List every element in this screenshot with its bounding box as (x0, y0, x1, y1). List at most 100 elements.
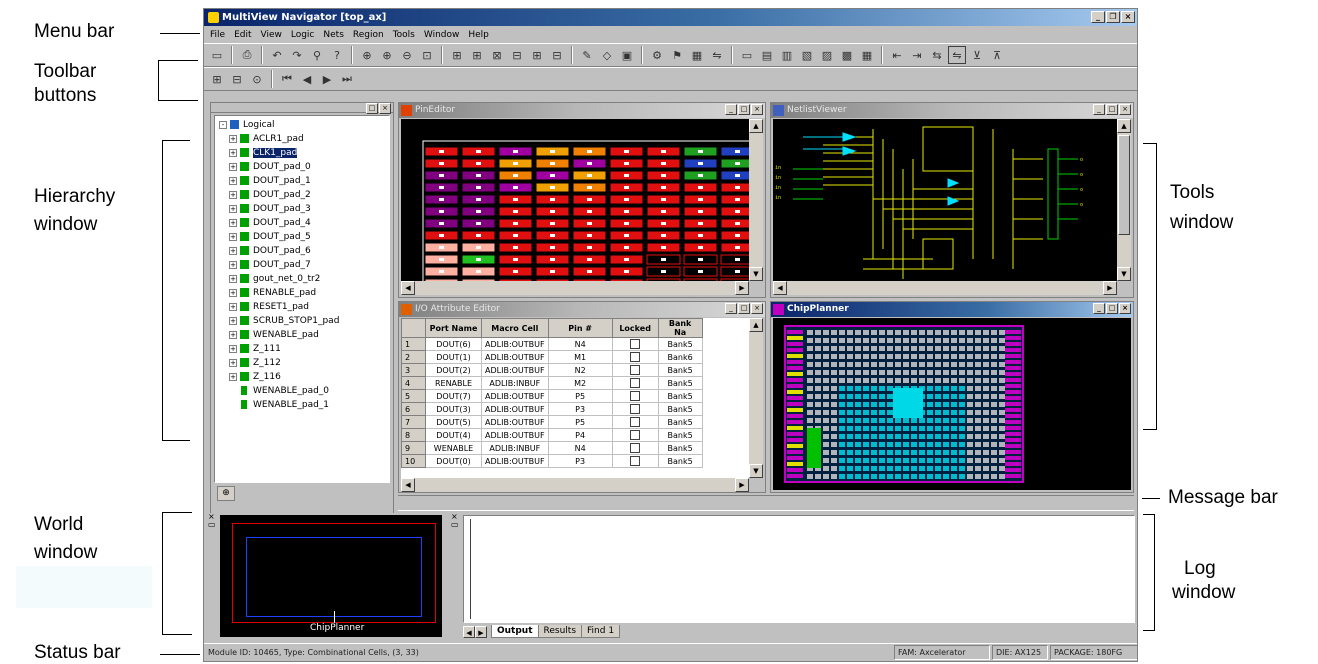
pineditor-close-icon[interactable]: × (751, 104, 763, 115)
netlist-title-bar[interactable]: NetlistViewer _ □ × (771, 103, 1133, 118)
tree-item[interactable]: + WENABLE_pad (229, 328, 319, 342)
locked-cell[interactable] (611, 415, 659, 429)
region-add-icon[interactable]: ▤ (758, 46, 776, 64)
locked-checkbox[interactable] (630, 365, 641, 375)
table-cell[interactable]: Bank5 (657, 415, 703, 429)
locked-checkbox[interactable] (630, 339, 641, 349)
menu-logic[interactable]: Logic (291, 27, 315, 43)
table-cell[interactable]: N4 (547, 441, 613, 455)
attr-minimize-icon[interactable]: _ (725, 303, 737, 314)
expand-icon[interactable]: + (229, 218, 237, 227)
locked-cell[interactable] (611, 389, 659, 403)
world-close-icon[interactable]: × ▭ (208, 513, 218, 533)
chip-close-icon[interactable]: × (1119, 303, 1131, 314)
tree-item[interactable]: + DOUT_pad_2 (229, 188, 311, 202)
expand-icon[interactable]: + (229, 204, 237, 213)
minimize-icon[interactable]: _ (1091, 11, 1105, 23)
table-cell[interactable]: DOUT(5) (425, 415, 482, 429)
select-icon[interactable]: ⊞ (448, 46, 466, 64)
find-icon[interactable]: ⚲ (308, 46, 326, 64)
table-cell[interactable]: 8 (401, 428, 426, 442)
table-cell[interactable]: P3 (547, 402, 613, 416)
netlist-vscroll[interactable]: ▲ ▼ (1117, 119, 1131, 281)
flag-icon[interactable]: ⚑ (668, 46, 686, 64)
locked-cell[interactable] (611, 454, 659, 468)
pineditor-canvas[interactable] (401, 119, 749, 281)
tree-item[interactable]: + gout_net_0_tr2 (229, 272, 320, 286)
netlist-minimize-icon[interactable]: _ (1093, 104, 1105, 115)
tree-item[interactable]: + SCRUB_STOP1_pad (229, 314, 339, 328)
table-cell[interactable]: Bank5 (657, 402, 703, 416)
table-cell[interactable]: DOUT(1) (425, 350, 482, 364)
pineditor-maximize-icon[interactable]: □ (738, 104, 750, 115)
table-row[interactable]: 3 DOUT(2) ADLIB:OUTBUF N2 Bank5 (401, 363, 703, 377)
tree-item[interactable]: WENABLE_pad_0 (241, 384, 329, 398)
netlist-scroll-down-icon[interactable]: ▼ (1117, 267, 1131, 281)
attr-scroll-right-icon[interactable]: ▶ (735, 478, 749, 492)
table-row[interactable]: 2 DOUT(1) ADLIB:OUTBUF M1 Bank6 (401, 350, 703, 364)
table-cell[interactable]: M1 (547, 350, 613, 364)
table-cell[interactable]: 10 (401, 454, 426, 468)
app-title-bar[interactable]: MultiView Navigator [top_ax] _ ❐ × (204, 9, 1137, 26)
table-cell[interactable]: Bank5 (657, 389, 703, 403)
tree-item[interactable]: + RENABLE_pad (229, 286, 316, 300)
hierarchy-close-icon[interactable]: × (379, 103, 391, 114)
align-d-icon[interactable]: ⇋ (948, 46, 966, 64)
pineditor-hscroll[interactable]: ◀ ▶ (401, 281, 749, 295)
attr-scroll-up-icon[interactable]: ▲ (749, 318, 763, 332)
tree-item[interactable]: + CLK1_pad (229, 146, 299, 160)
locked-checkbox[interactable] (630, 378, 641, 388)
table-cell[interactable]: Bank5 (657, 441, 703, 455)
expand-icon[interactable]: + (229, 330, 237, 339)
table-cell[interactable]: P5 (547, 415, 613, 429)
tab-search-icon[interactable]: ⊕ (217, 486, 235, 501)
pineditor-vscroll[interactable]: ▲ ▼ (749, 119, 763, 281)
table-cell[interactable]: ADLIB:OUTBUF (481, 415, 549, 429)
tree-item[interactable]: + DOUT_pad_3 (229, 202, 311, 216)
table-cell[interactable]: DOUT(6) (425, 337, 482, 351)
table-cell[interactable]: RENABLE (425, 376, 482, 390)
chipplanner-title-bar[interactable]: ChipPlanner _ □ × (771, 302, 1133, 317)
expand-icon[interactable]: + (229, 288, 237, 297)
attr-hscroll[interactable]: ◀ ▶ (401, 478, 749, 492)
menu-tools[interactable]: Tools (393, 27, 415, 43)
log-tab-next-icon[interactable]: ▶ (475, 625, 487, 638)
table-cell[interactable]: Bank5 (657, 454, 703, 468)
menu-nets[interactable]: Nets (323, 27, 344, 43)
scroll-right-icon[interactable]: ▶ (735, 281, 749, 295)
log-tab-results[interactable]: Results (537, 625, 583, 638)
pineditor-minimize-icon[interactable]: _ (725, 104, 737, 115)
locked-checkbox[interactable] (630, 352, 641, 362)
align-c-icon[interactable]: ⇆ (928, 46, 946, 64)
pineditor-title-bar[interactable]: PinEditor _ □ × (399, 103, 765, 118)
next-icon[interactable]: ▶ (318, 70, 336, 88)
expand-icon[interactable]: + (229, 190, 237, 199)
locked-checkbox[interactable] (630, 443, 641, 453)
attr-close-icon[interactable]: × (751, 303, 763, 314)
expand-icon[interactable]: + (229, 344, 237, 353)
netlist-scroll-up-icon[interactable]: ▲ (1117, 119, 1131, 133)
log-tab-prev-icon[interactable]: ◀ (463, 625, 475, 638)
locked-cell[interactable] (611, 402, 659, 416)
view-icon[interactable]: ⊙ (248, 70, 266, 88)
select-all-icon[interactable]: ⊞ (468, 46, 486, 64)
table-cell[interactable]: 3 (401, 363, 426, 377)
lock-icon[interactable]: ⊠ (488, 46, 506, 64)
help-icon[interactable]: ? (328, 46, 346, 64)
zoom-fit-icon[interactable]: ⊡ (418, 46, 436, 64)
table-cell[interactable]: 9 (401, 441, 426, 455)
table-cell[interactable]: ADLIB:OUTBUF (481, 402, 549, 416)
tree-item[interactable]: + DOUT_pad_4 (229, 216, 311, 230)
menu-file[interactable]: File (210, 27, 225, 43)
locked-cell[interactable] (611, 376, 659, 390)
net-icon[interactable]: ▦ (688, 46, 706, 64)
tree-item[interactable]: + Z_111 (229, 342, 281, 356)
region-a-icon[interactable]: ▧ (798, 46, 816, 64)
locked-checkbox[interactable] (630, 456, 641, 466)
tree-item[interactable]: + Z_116 (229, 370, 281, 384)
expand-icon[interactable]: + (229, 274, 237, 283)
region-c-icon[interactable]: ▩ (838, 46, 856, 64)
highlight-icon[interactable]: ▣ (618, 46, 636, 64)
netlist-hscroll[interactable]: ◀ ▶ (773, 281, 1117, 295)
table-cell[interactable]: ADLIB:OUTBUF (481, 389, 549, 403)
